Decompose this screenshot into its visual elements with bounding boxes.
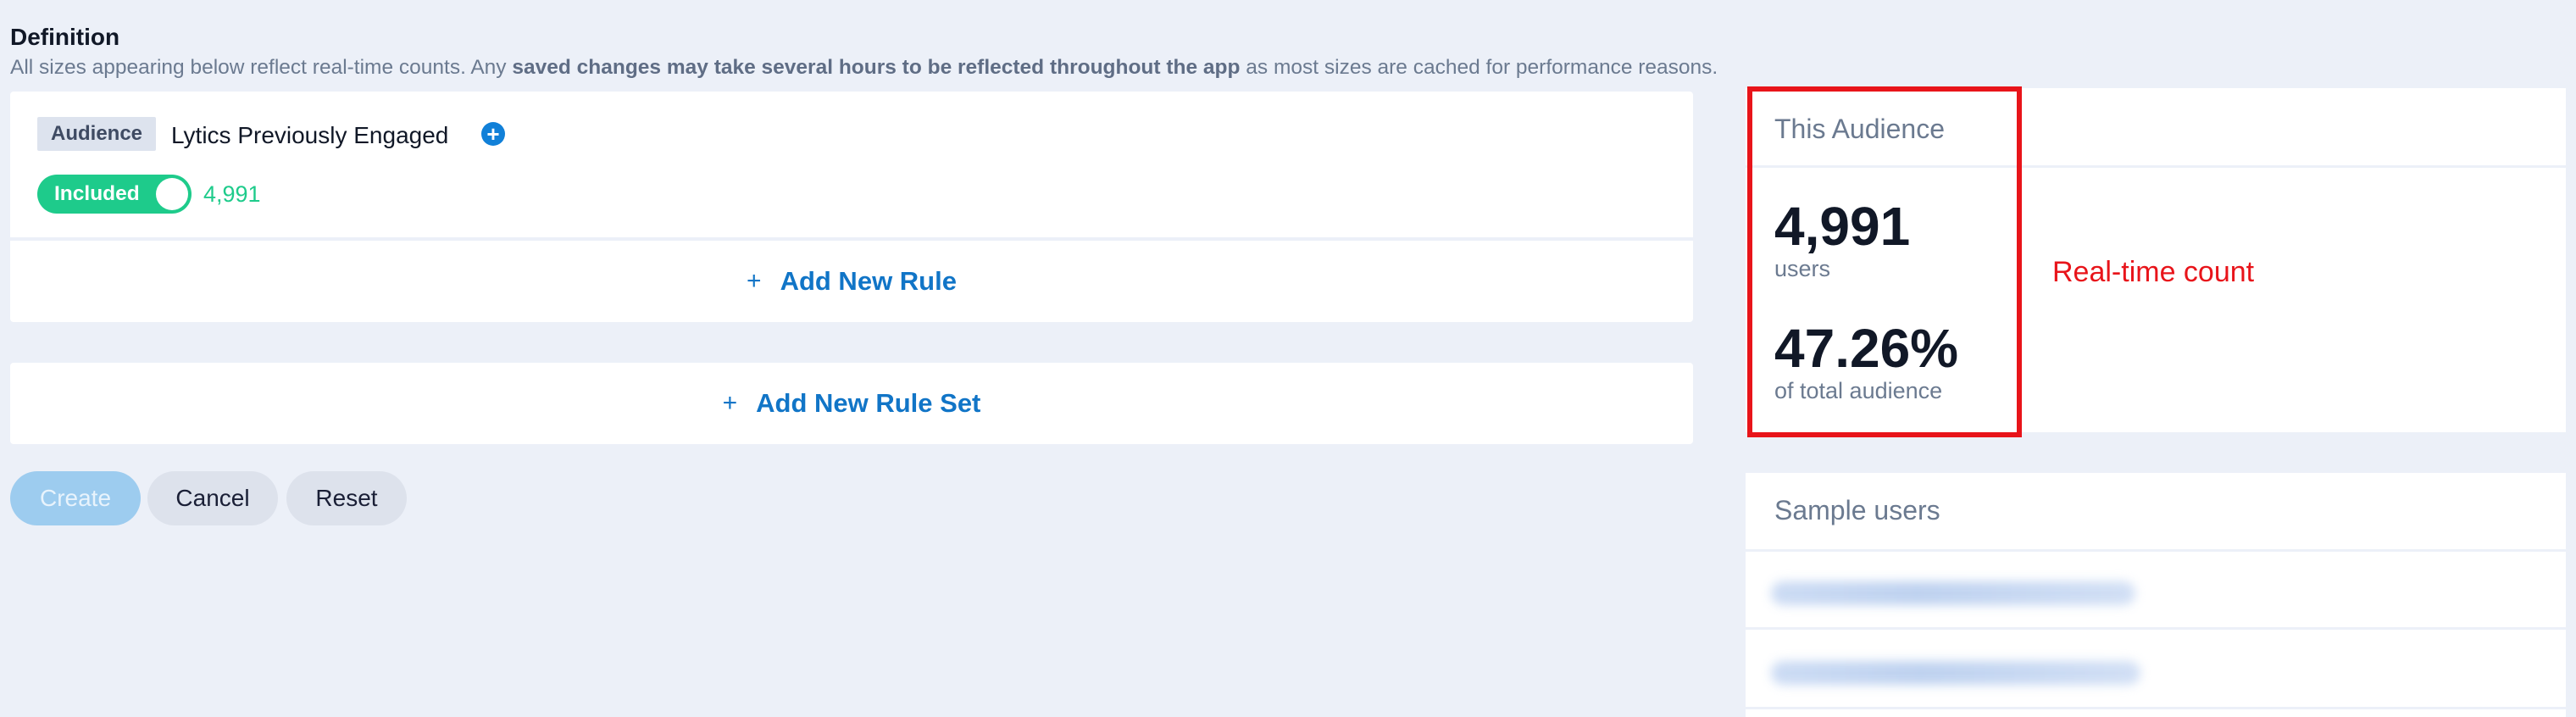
rule-count: 4,991 [203,181,261,207]
sample-users-card: Sample users [1746,473,2566,717]
rule-type-badge: Audience [37,117,157,151]
audience-builder-page: Definition All sizes appearing below ref… [0,0,2576,717]
add-new-rule-label: Add New Rule [780,266,957,296]
annotation-text: Real-time count [2052,256,2255,288]
reset-button[interactable]: Reset [286,471,407,525]
blurred-user-link[interactable] [1771,581,2135,605]
add-new-rule-set-label: Add New Rule Set [756,388,981,418]
blurred-user-link[interactable] [1771,661,2140,685]
included-toggle[interactable]: Included [37,175,192,214]
sample-users-title: Sample users [1774,495,1940,525]
toggle-label: Included [54,182,140,205]
plus-icon: + [722,389,738,417]
definition-desc-prefix: All sizes appearing below reflect real-t… [10,56,513,79]
divider [1746,627,2566,630]
rule-row: Audience Lytics Previously Engaged + Inc… [10,92,1693,237]
definition-desc-bold: saved changes may take several hours to … [512,56,1241,79]
divider [1746,707,2566,709]
cancel-button[interactable]: Cancel [147,471,278,525]
plus-circle-icon[interactable]: + [481,122,505,146]
annotation-highlight-box [1747,86,2022,437]
add-new-rule-button[interactable]: + Add New Rule [10,241,1693,322]
divider [1746,549,2566,552]
add-new-rule-set-button[interactable]: + Add New Rule Set [10,363,1693,444]
create-button[interactable]: Create [10,471,141,525]
rule-set-card: Audience Lytics Previously Engaged + Inc… [10,92,1693,322]
rule-name: Lytics Previously Engaged [171,122,449,148]
definition-description: All sizes appearing below reflect real-t… [10,56,1718,80]
plus-icon: + [747,267,762,295]
toggle-knob [156,178,188,210]
definition-desc-suffix: as most sizes are cached for performance… [1240,56,1718,79]
definition-heading: Definition [10,24,120,50]
